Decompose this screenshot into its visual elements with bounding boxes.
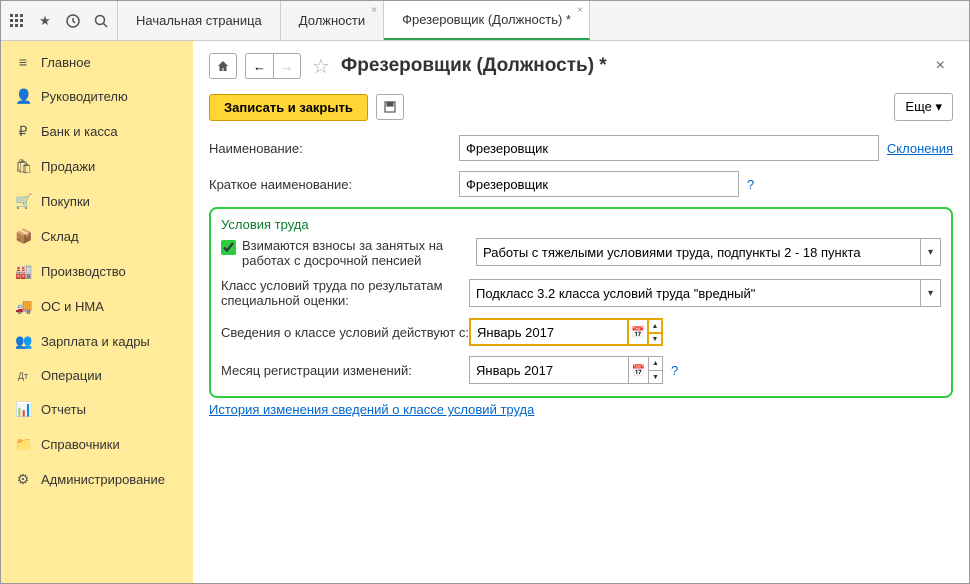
sidebar-item-label: Банк и касса — [41, 124, 118, 139]
tab-label: Должности — [299, 13, 365, 28]
sidebar-item-label: Операции — [41, 368, 102, 383]
checkbox-label: Взимаются взносы за занятых на работах с… — [242, 238, 470, 268]
tab-positions[interactable]: Должности × — [281, 1, 384, 40]
class-label: Класс условий труда по результатам специ… — [221, 278, 469, 308]
tab-label: Начальная страница — [136, 13, 262, 28]
work-conditions-section: Условия труда Взимаются взносы за заняты… — [209, 207, 953, 398]
debit-icon: Дт — [15, 371, 31, 381]
chevron-up-icon[interactable]: ▲ — [649, 318, 663, 332]
page-title: Фрезеровщик (Должность) * — [341, 55, 607, 77]
short-name-label: Краткое наименование: — [209, 177, 459, 192]
sidebar-item-main[interactable]: ≡ Главное — [1, 45, 193, 79]
sidebar-item-hr[interactable]: 👥 Зарплата и кадры — [1, 324, 193, 359]
valid-from-input[interactable] — [469, 318, 629, 346]
chevron-up-icon[interactable]: ▲ — [649, 356, 663, 370]
sidebar-item-label: Зарплата и кадры — [41, 334, 150, 349]
sidebar-item-production[interactable]: 🏭 Производство — [1, 254, 193, 289]
favorite-star-icon[interactable]: ☆ — [309, 54, 333, 78]
help-icon[interactable]: ? — [747, 177, 754, 192]
tab-label: Фрезеровщик (Должность) * — [402, 12, 571, 27]
sidebar-item-label: Справочники — [41, 437, 120, 452]
work-type-select[interactable] — [476, 238, 921, 266]
calendar-icon[interactable]: 📅 — [629, 318, 649, 346]
factory-icon: 🏭 — [15, 263, 31, 280]
sidebar-item-purchases[interactable]: 🛒 Покупки — [1, 184, 193, 219]
menu-icon: ≡ — [15, 54, 31, 70]
apps-icon[interactable] — [9, 13, 25, 29]
bag-icon: 🛍 — [15, 158, 31, 175]
sidebar-item-label: Покупки — [41, 194, 90, 209]
history-icon[interactable] — [65, 13, 81, 29]
declensions-link[interactable]: Склонения — [887, 141, 953, 156]
sidebar-item-label: Склад — [41, 229, 79, 244]
star-icon[interactable]: ★ — [37, 13, 53, 29]
sidebar-item-admin[interactable]: ⚙ Администрирование — [1, 462, 193, 497]
short-name-input[interactable] — [459, 171, 739, 197]
sidebar-item-label: Главное — [41, 55, 91, 70]
tab-position-edit[interactable]: Фрезеровщик (Должность) * × — [384, 1, 590, 40]
close-button[interactable]: × — [928, 53, 953, 79]
sidebar-item-sales[interactable]: 🛍 Продажи — [1, 149, 193, 184]
sidebar-item-warehouse[interactable]: 📦 Склад — [1, 219, 193, 254]
save-button[interactable] — [376, 94, 404, 120]
sidebar-item-label: ОС и НМА — [41, 299, 104, 314]
box-icon: 📦 — [15, 228, 31, 245]
search-icon[interactable] — [93, 13, 109, 29]
history-link[interactable]: История изменения сведений о классе усло… — [209, 402, 534, 417]
spinner[interactable]: ▲▼ — [649, 356, 663, 384]
top-toolbar: ★ Начальная страница Должности × Фрезеров… — [1, 1, 969, 41]
sidebar-item-label: Отчеты — [41, 402, 86, 417]
early-pension-checkbox[interactable] — [221, 240, 236, 255]
sidebar-item-bank[interactable]: ₽ Банк и касса — [1, 114, 193, 149]
close-icon[interactable]: × — [577, 5, 583, 16]
name-label: Наименование: — [209, 141, 459, 156]
sidebar-item-label: Продажи — [41, 159, 95, 174]
truck-icon: 🚚 — [15, 298, 31, 315]
help-icon[interactable]: ? — [671, 363, 678, 378]
content-area: ← → ☆ Фрезеровщик (Должность) * × Записа… — [193, 41, 969, 583]
sidebar-item-reports[interactable]: 📊 Отчеты — [1, 392, 193, 427]
sidebar-item-label: Производство — [41, 264, 126, 279]
dropdown-icon[interactable]: ▾ — [921, 279, 941, 307]
ruble-icon: ₽ — [15, 123, 31, 140]
spinner[interactable]: ▲▼ — [649, 318, 663, 346]
sidebar-item-catalogs[interactable]: 📁 Справочники — [1, 427, 193, 462]
sidebar: ≡ Главное 👤 Руководителю ₽ Банк и касса 🛍 Пр… — [1, 41, 193, 583]
close-icon[interactable]: × — [371, 5, 377, 16]
name-input[interactable] — [459, 135, 879, 161]
class-select[interactable] — [469, 279, 921, 307]
people-icon: 👥 — [15, 333, 31, 350]
toolbar-icons: ★ — [1, 1, 118, 40]
more-button[interactable]: Еще ▾ — [894, 93, 953, 121]
back-button[interactable]: ← — [245, 53, 273, 79]
chevron-down-icon[interactable]: ▼ — [649, 332, 663, 346]
folder-icon: 📁 — [15, 436, 31, 453]
cart-icon: 🛒 — [15, 193, 31, 210]
reg-month-input[interactable] — [469, 356, 629, 384]
chevron-down-icon[interactable]: ▼ — [649, 370, 663, 384]
gear-icon: ⚙ — [15, 471, 31, 488]
user-icon: 👤 — [15, 88, 31, 105]
home-button[interactable] — [209, 53, 237, 79]
dropdown-icon[interactable]: ▾ — [921, 238, 941, 266]
valid-from-label: Сведения о классе условий действуют с: — [221, 325, 469, 340]
sidebar-item-label: Администрирование — [41, 472, 165, 487]
sidebar-item-manager[interactable]: 👤 Руководителю — [1, 79, 193, 114]
tabs: Начальная страница Должности × Фрезеровщи… — [118, 1, 969, 40]
section-title: Условия труда — [221, 217, 941, 232]
calendar-icon[interactable]: 📅 — [629, 356, 649, 384]
save-and-close-button[interactable]: Записать и закрыть — [209, 94, 368, 121]
forward-button[interactable]: → — [273, 53, 301, 79]
sidebar-item-assets[interactable]: 🚚 ОС и НМА — [1, 289, 193, 324]
reg-month-label: Месяц регистрации изменений: — [221, 363, 469, 378]
sidebar-item-operations[interactable]: Дт Операции — [1, 359, 193, 392]
chart-icon: 📊 — [15, 401, 31, 418]
tab-home[interactable]: Начальная страница — [118, 1, 281, 40]
sidebar-item-label: Руководителю — [41, 89, 128, 104]
